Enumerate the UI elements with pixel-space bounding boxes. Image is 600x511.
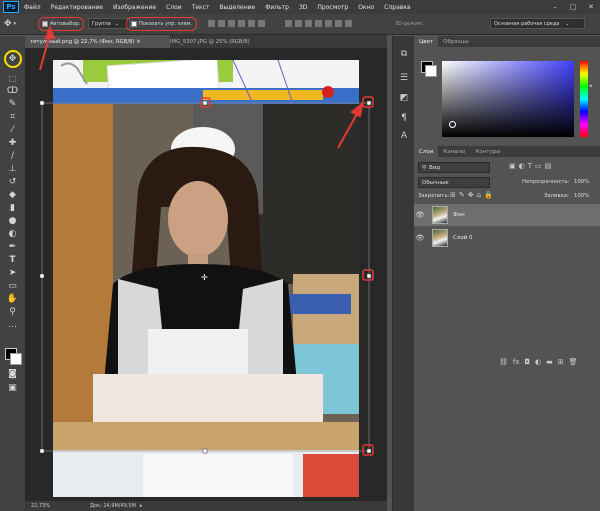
add-mask-icon[interactable]: ◘ — [525, 358, 531, 366]
opacity-value[interactable]: 100% — [574, 179, 589, 185]
history-icon[interactable]: ⧉ — [398, 48, 410, 60]
right-panels: Цвет Образцы ◂ Слои Каналы Контуры ⚲ Вид… — [414, 36, 600, 511]
delete-layer-icon[interactable]: 🗑 — [569, 358, 578, 366]
color-field[interactable] — [442, 61, 574, 137]
layer-thumbnail — [432, 206, 448, 224]
kind-label: Вид — [429, 164, 441, 171]
eye-icon[interactable]: 👁 — [414, 211, 426, 219]
lock-label: Закрепить: — [418, 193, 450, 199]
status-bar: 22,73% Док: 24,9M/49,5M ▸ — [25, 501, 387, 511]
layer-row-fon[interactable]: 👁 Фон — [414, 204, 600, 226]
blend-mode-value: Обычные — [422, 179, 449, 186]
layer-thumbnail — [432, 229, 448, 247]
hue-slider[interactable] — [580, 61, 588, 137]
layer-row-sloy0[interactable]: 👁 Слой 0 — [414, 227, 600, 249]
lock-icons[interactable]: ⊞✎✥⌂🔒 — [450, 191, 496, 199]
layer-filter-icons[interactable]: ▣◐T▭▤ — [509, 162, 554, 170]
tab-paths[interactable]: Контуры — [470, 146, 505, 157]
zoom-level[interactable]: 22,73% — [31, 503, 50, 509]
doc-size: Док: 24,9M/49,5M — [90, 503, 136, 509]
adjustments-icon[interactable]: ◩ — [398, 92, 410, 104]
new-layer-icon[interactable]: ⊞ — [558, 358, 564, 366]
color-panel: ◂ — [414, 47, 600, 177]
tab-swatches[interactable]: Образцы — [438, 36, 474, 47]
blend-mode-dropdown[interactable]: Обычные — [418, 177, 490, 188]
adjustment-layer-icon[interactable]: ◐ — [535, 358, 541, 366]
eye-icon[interactable]: 👁 — [414, 234, 426, 242]
tab-color[interactable]: Цвет — [414, 36, 439, 47]
new-group-icon[interactable]: ▬ — [546, 358, 553, 366]
color-panel-tabs: Цвет Образцы — [414, 36, 600, 47]
tab-layers[interactable]: Слои — [414, 146, 439, 157]
panel-icons-column: ⧉ ☰ ◩ ¶ A — [392, 36, 415, 511]
tab-channels[interactable]: Каналы — [438, 146, 470, 157]
paragraph-icon[interactable]: ¶ — [398, 112, 410, 124]
opacity-label: Непрозрачность: — [522, 179, 570, 185]
status-arrow-icon[interactable]: ▸ — [140, 503, 143, 509]
fill-value[interactable]: 100% — [574, 193, 589, 199]
properties-icon[interactable]: ☰ — [398, 72, 410, 84]
color-picker-cursor[interactable] — [449, 121, 456, 128]
layer-name-sloy0[interactable]: Слой 0 — [453, 235, 473, 241]
character-icon[interactable]: A — [398, 130, 410, 142]
layers-panel-tabs: Слои Каналы Контуры — [414, 146, 600, 157]
fill-label: Заливка: — [544, 193, 569, 199]
layer-style-icon[interactable]: fx — [513, 358, 520, 366]
panel-background-swatch[interactable] — [425, 65, 437, 77]
layer-name-fon[interactable]: Фон — [453, 212, 465, 218]
search-icon: ⚲ — [422, 164, 427, 171]
layer-filter-kind[interactable]: ⚲ Вид — [418, 162, 490, 173]
link-layers-icon[interactable]: ⛓ — [499, 358, 508, 366]
layers-bottom-toolbar: ⛓ fx ◘ ◐ ▬ ⊞ 🗑 — [499, 358, 578, 366]
hue-slider-arrow-icon[interactable]: ◂ — [589, 83, 592, 89]
